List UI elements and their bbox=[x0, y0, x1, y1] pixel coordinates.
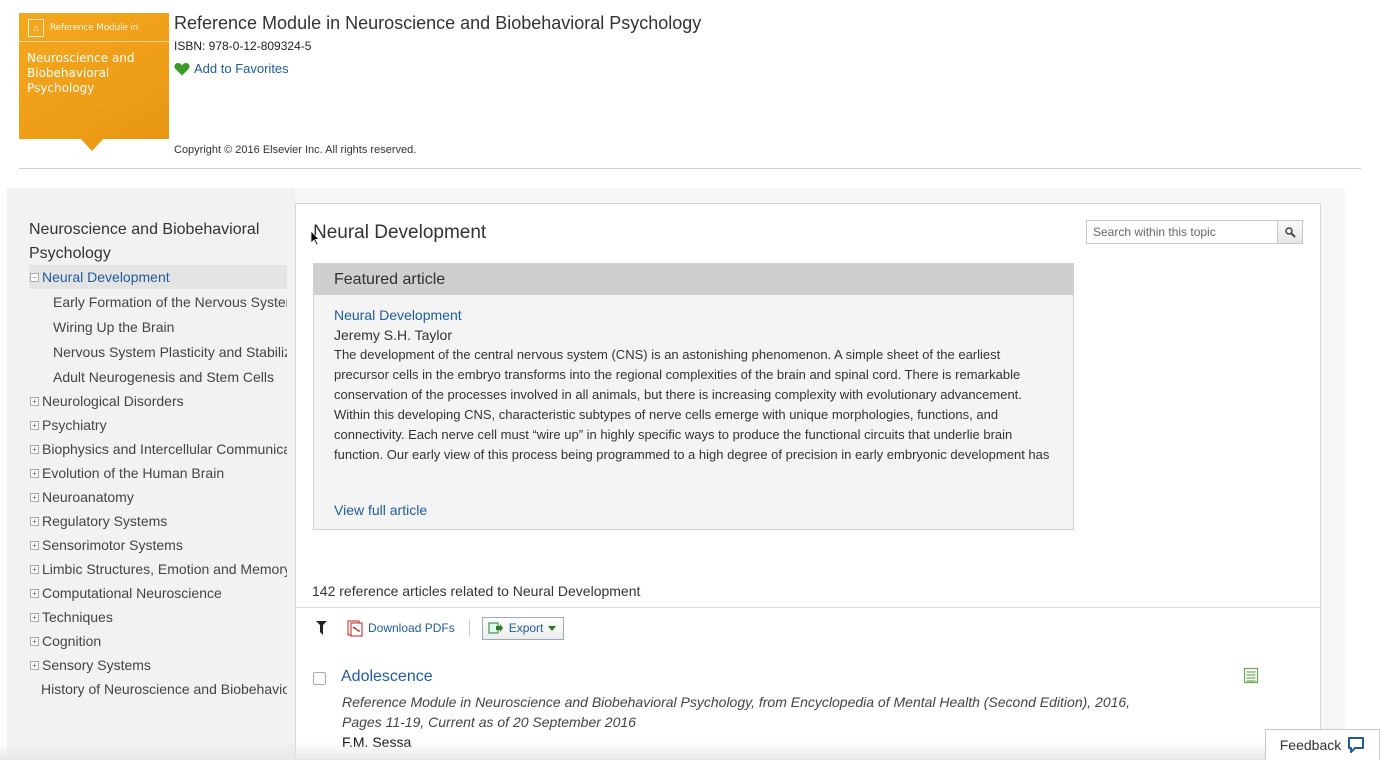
chat-bubble-icon bbox=[1348, 737, 1365, 753]
chevron-down-icon bbox=[548, 625, 557, 631]
expand-icon[interactable]: + bbox=[30, 636, 39, 646]
sidebar-item-neural-development[interactable]: − Neural Development bbox=[29, 265, 287, 289]
document-icon[interactable] bbox=[1243, 667, 1260, 684]
sidebar-subitem-early-formation[interactable]: Early Formation of the Nervous System bbox=[29, 289, 287, 314]
sidebar-subitem-wiring-up[interactable]: Wiring Up the Brain bbox=[29, 314, 287, 339]
copyright: Copyright © 2016 Elsevier Inc. All right… bbox=[174, 144, 417, 156]
export-label: Export bbox=[508, 621, 544, 635]
featured-article-link[interactable]: Neural Development bbox=[334, 307, 462, 323]
expand-icon[interactable]: + bbox=[30, 396, 39, 406]
cover-title: Neuroscience and Biobehavioral Psycholog… bbox=[27, 51, 135, 95]
expand-icon[interactable]: + bbox=[30, 492, 39, 502]
sidebar-item-label: Nervous System Plasticity and Stabiliza bbox=[53, 343, 287, 360]
sidebar-title: Neuroscience and Biobehavioral Psycholog… bbox=[29, 221, 260, 262]
sidebar-item-history[interactable]: History of Neuroscience and Biobehaviora bbox=[29, 677, 287, 701]
expand-icon[interactable]: + bbox=[30, 420, 39, 430]
expand-icon[interactable]: + bbox=[30, 444, 39, 454]
sidebar-item-limbic[interactable]: + Limbic Structures, Emotion and Memory bbox=[29, 557, 287, 581]
expand-icon[interactable]: + bbox=[30, 540, 39, 550]
sidebar-item-label: History of Neuroscience and Biobehaviora bbox=[41, 681, 287, 697]
search-icon bbox=[1284, 226, 1296, 238]
export-icon bbox=[488, 622, 503, 634]
add-to-favorites-link[interactable]: Add to Favorites bbox=[174, 61, 289, 76]
expand-icon[interactable]: + bbox=[30, 588, 39, 598]
sidebar-subitem-adult-neurogenesis[interactable]: Adult Neurogenesis and Stem Cells bbox=[29, 364, 287, 389]
sidebar-item-techniques[interactable]: + Techniques bbox=[29, 605, 287, 629]
toolbar-divider bbox=[468, 619, 470, 637]
feedback-button[interactable]: Feedback bbox=[1265, 729, 1380, 760]
pdf-icon bbox=[347, 620, 363, 636]
featured-heading: Featured article bbox=[314, 264, 1073, 295]
result-source: Reference Module in Neuroscience and Bio… bbox=[342, 694, 1131, 730]
expand-icon[interactable]: + bbox=[30, 468, 39, 478]
mouse-cursor-icon bbox=[310, 230, 320, 246]
results-count: 142 reference articles related to Neural… bbox=[312, 583, 641, 599]
sidebar-item-label: Regulatory Systems bbox=[42, 513, 168, 529]
header-divider bbox=[19, 168, 1361, 169]
expand-icon[interactable]: + bbox=[30, 612, 39, 622]
expand-icon[interactable]: + bbox=[30, 564, 39, 574]
search-button[interactable] bbox=[1277, 220, 1303, 244]
sidebar-item-label: Computational Neuroscience bbox=[42, 585, 222, 601]
sidebar-item-sensorimotor[interactable]: + Sensorimotor Systems bbox=[29, 533, 287, 557]
add-to-favorites-label: Add to Favorites bbox=[194, 61, 289, 76]
bottom-fade bbox=[0, 742, 1380, 760]
topic-title: Neural Development bbox=[313, 222, 487, 243]
sidebar-item-label: Sensory Systems bbox=[42, 657, 151, 673]
sidebar-item-label: Cognition bbox=[42, 633, 102, 649]
sidebar-item-psychiatry[interactable]: + Psychiatry bbox=[29, 413, 287, 437]
isbn: ISBN: 978-0-12-809324-5 bbox=[174, 39, 312, 53]
sidebar-item-label: Wiring Up the Brain bbox=[53, 318, 175, 335]
sidebar-item-label: Techniques bbox=[42, 609, 113, 625]
sidebar-item-label: Evolution of the Human Brain bbox=[42, 465, 225, 481]
sidebar-item-cognition[interactable]: + Cognition bbox=[29, 629, 287, 653]
sidebar-item-biophysics[interactable]: + Biophysics and Intercellular Communicat… bbox=[29, 437, 287, 461]
sidebar-item-label: Limbic Structures, Emotion and Memory bbox=[42, 561, 287, 577]
download-pdfs-label: Download PDFs bbox=[368, 621, 455, 635]
expand-icon[interactable]: + bbox=[30, 516, 39, 526]
featured-author: Jeremy S.H. Taylor bbox=[334, 327, 452, 343]
sidebar-item-label: Biophysics and Intercellular Communicati bbox=[42, 441, 287, 457]
download-pdfs-button[interactable]: Download PDFs bbox=[345, 620, 455, 637]
cover-series: Reference Module in bbox=[50, 23, 139, 33]
sidebar-item-neurological-disorders[interactable]: + Neurological Disorders bbox=[29, 389, 287, 413]
elsevier-logo-icon: ⌂ bbox=[28, 19, 44, 37]
sidebar-item-label: Early Formation of the Nervous System bbox=[53, 293, 287, 310]
book-title: Reference Module in Neuroscience and Bio… bbox=[174, 13, 702, 33]
sidebar-item-label: Neurological Disorders bbox=[42, 393, 184, 409]
featured-abstract: The development of the central nervous s… bbox=[334, 347, 1050, 462]
result-title-link[interactable]: Adolescence bbox=[341, 668, 433, 686]
sidebar-item-neuroanatomy[interactable]: + Neuroanatomy bbox=[29, 485, 287, 509]
feedback-label: Feedback bbox=[1279, 737, 1342, 753]
sidebar-item-label: Neuroanatomy bbox=[42, 489, 134, 505]
sidebar-item-computational[interactable]: + Computational Neuroscience bbox=[29, 581, 287, 605]
sort-arrow-icon[interactable] bbox=[313, 618, 331, 638]
result-checkbox[interactable] bbox=[313, 672, 326, 685]
book-cover[interactable]: ⌂ Reference Module in Neuroscience and B… bbox=[19, 13, 169, 151]
sidebar-item-evolution[interactable]: + Evolution of the Human Brain bbox=[29, 461, 287, 485]
sidebar-item-label: Psychiatry bbox=[42, 417, 107, 433]
sidebar-item-regulatory-systems[interactable]: + Regulatory Systems bbox=[29, 509, 287, 533]
heart-icon bbox=[174, 62, 190, 75]
expand-icon[interactable]: + bbox=[30, 660, 39, 670]
sidebar-item-label: Neural Development bbox=[42, 269, 170, 285]
topic-nav: − Neural Development Early Formation of … bbox=[29, 265, 287, 701]
featured-article-box: Featured article Neural Development Jere… bbox=[313, 263, 1074, 530]
cover-divider bbox=[19, 41, 169, 42]
results-toolbar: Download PDFs Export bbox=[313, 614, 565, 642]
export-button[interactable]: Export bbox=[481, 616, 565, 640]
sidebar-item-label: Adult Neurogenesis and Stem Cells bbox=[53, 368, 275, 385]
sidebar-item-sensory-systems[interactable]: + Sensory Systems bbox=[29, 653, 287, 677]
view-full-article-link[interactable]: View full article bbox=[334, 502, 427, 518]
collapse-icon[interactable]: − bbox=[30, 272, 39, 282]
results-divider bbox=[296, 607, 1320, 608]
sidebar-item-label: Sensorimotor Systems bbox=[42, 537, 183, 553]
sidebar-subitem-plasticity[interactable]: Nervous System Plasticity and Stabiliza bbox=[29, 339, 287, 364]
search-input[interactable] bbox=[1086, 220, 1278, 244]
